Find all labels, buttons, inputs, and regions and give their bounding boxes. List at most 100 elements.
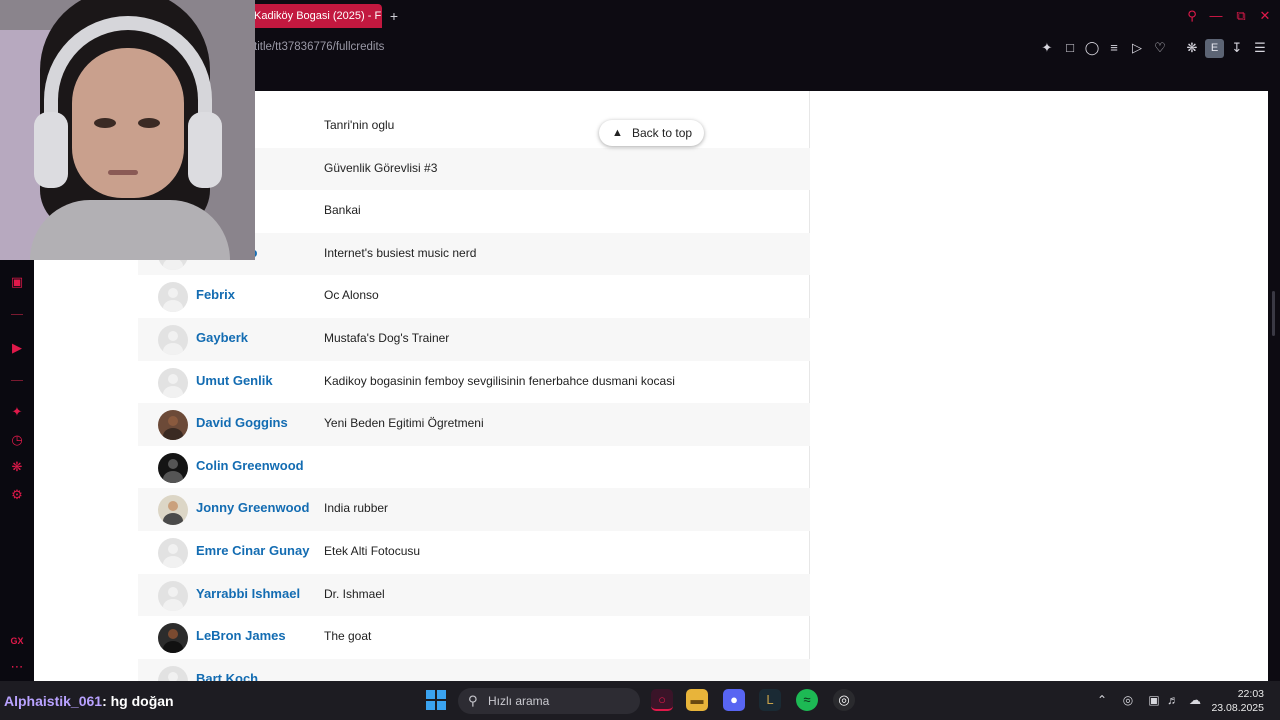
- spotify-icon[interactable]: ≈: [796, 689, 818, 711]
- clock-time: 22:03: [1237, 688, 1264, 700]
- cast-role: Mustafa's Dog's Trainer: [324, 331, 450, 345]
- cast-name-link[interactable]: David Goggins: [196, 415, 288, 430]
- chevron-up-icon: ▲: [612, 127, 623, 139]
- network-icon[interactable]: ▣: [1145, 691, 1163, 709]
- cast-role: The goat: [324, 629, 372, 644]
- cast-role: Kadikoy bogasinin femboy sevgilisinin fe…: [324, 373, 675, 388]
- tray-chevron-up-icon[interactable]: ⌃: [1093, 691, 1111, 709]
- cast-role: Tanri'nin oglu: [324, 118, 395, 132]
- cast-role: Internet's busiest music nerd: [324, 245, 477, 260]
- gx-label[interactable]: GX: [8, 632, 26, 650]
- tab-active[interactable]: Kadiköy Bogasi (2025) - F: [244, 4, 382, 28]
- cast-role: Etek Alti Fotocusu: [324, 544, 421, 558]
- avatar[interactable]: [158, 452, 188, 483]
- search-tabs-icon[interactable]: ⚲: [1182, 6, 1202, 26]
- chat-message: Alphaistik_061: hg doğan: [0, 693, 178, 717]
- cast-name-link[interactable]: LeBron James: [196, 628, 286, 643]
- avatar[interactable]: [158, 282, 188, 313]
- obs-icon[interactable]: ◎: [833, 689, 855, 711]
- cast-row: David Goggins Yeni Beden Egitimi Ögretmen…: [138, 403, 810, 446]
- more-icon[interactable]: ⋯: [8, 658, 26, 676]
- discord-icon[interactable]: ●: [723, 689, 745, 711]
- cast-row: Umut Genlik Kadikoy bogasinin femboy sevg…: [138, 361, 810, 404]
- back-to-top-button[interactable]: ▲ Back to top: [599, 120, 704, 146]
- opera-gx-icon[interactable]: ○: [651, 689, 673, 711]
- windows-start-icon[interactable]: [426, 690, 446, 710]
- player-icon[interactable]: ▶: [8, 339, 26, 357]
- page-scrollbar[interactable]: [1268, 91, 1280, 681]
- sidebar-divider: [11, 380, 23, 381]
- translate-icon[interactable]: ≡: [1105, 39, 1123, 57]
- heart-icon[interactable]: ♡: [1151, 39, 1169, 57]
- tab-title: Kadiköy Bogasi (2025) - F: [254, 10, 382, 22]
- settings-icon[interactable]: ⚙: [8, 486, 26, 504]
- close-icon[interactable]: ✕: [1255, 6, 1275, 26]
- cast-row: Febrix Oc Alonso: [138, 275, 810, 318]
- cast-row: Gayberk Mustafa's Dog's Trainer: [138, 318, 810, 361]
- twitch-icon[interactable]: ▣: [8, 273, 26, 291]
- search-placeholder: Hızlı arama: [488, 694, 550, 708]
- cast-name-link[interactable]: Jonny Greenwood: [196, 500, 309, 515]
- shield-icon[interactable]: ◯: [1083, 39, 1101, 57]
- extensions-sidebar-icon[interactable]: ❋: [8, 458, 26, 476]
- cam-mouth: [108, 170, 138, 175]
- profile-avatar[interactable]: E: [1205, 39, 1224, 58]
- cast-name-link[interactable]: Emre Cinar Gunay: [196, 543, 309, 558]
- cast-role: Bankai: [324, 203, 361, 218]
- avatar[interactable]: [158, 410, 188, 441]
- cast-name-link[interactable]: Yarrabbi Ishmael: [196, 586, 300, 601]
- cast-row: Jonny Greenwood India rubber: [138, 488, 810, 531]
- cast-name-link[interactable]: Febrix: [196, 287, 235, 302]
- snapshot-icon[interactable]: □: [1061, 39, 1079, 57]
- avatar[interactable]: [158, 580, 188, 611]
- sidebar-divider: [11, 314, 23, 315]
- cast-row: Yarrabbi Ishmael Dr. Ishmael: [138, 573, 810, 617]
- avatar[interactable]: [158, 665, 188, 681]
- minimize-icon[interactable]: —: [1206, 6, 1226, 26]
- avatar[interactable]: [158, 325, 188, 355]
- menu-icon[interactable]: ☰: [1251, 39, 1269, 57]
- cast-name-link[interactable]: Colin Greenwood: [196, 458, 304, 473]
- cast-name-link[interactable]: Umut Genlik: [196, 373, 273, 388]
- cam-headset-cup-right: [188, 112, 222, 188]
- pin-icon[interactable]: ✦: [1038, 39, 1056, 57]
- volume-icon[interactable]: ♬: [1164, 691, 1182, 709]
- cast-name-link[interactable]: Gayberk: [196, 330, 248, 345]
- url-field[interactable]: title/tt37836776/fullcredits: [254, 41, 384, 53]
- download-icon[interactable]: ↧: [1228, 39, 1246, 57]
- webcam-overlay: [0, 0, 255, 260]
- history-icon[interactable]: ◷: [8, 431, 26, 449]
- avatar[interactable]: [158, 367, 188, 398]
- cast-row: Emre Cinar Gunay Etek Alti Fotocusu: [138, 531, 810, 574]
- chat-text: : hg doğan: [102, 693, 174, 709]
- new-tab-icon[interactable]: +: [386, 8, 402, 24]
- cast-row: Colin Greenwood: [138, 446, 810, 489]
- search-icon: ⚲: [468, 693, 478, 708]
- chat-username: Alphaistik_061: [4, 693, 103, 709]
- restore-icon[interactable]: ⧉: [1231, 6, 1251, 26]
- cast-role: Güvenlik Görevlisi #3: [324, 160, 438, 175]
- cast-name-link[interactable]: Bart Koch: [196, 671, 258, 681]
- taskbar: [0, 681, 1280, 720]
- avatar[interactable]: [158, 495, 188, 526]
- pin-sidebar-icon[interactable]: ✦: [8, 403, 26, 421]
- screen: Kadiköy Bogasi (2025) - F + ⚲ — ⧉ ✕ titl…: [0, 0, 1280, 720]
- microphone-icon[interactable]: ◎: [1119, 691, 1137, 709]
- taskbar-clock[interactable]: 22:03 23.08.2025: [1206, 687, 1264, 715]
- league-client-icon[interactable]: L: [759, 689, 781, 711]
- taskbar-search[interactable]: ⚲ Hızlı arama: [458, 688, 640, 714]
- back-to-top-label: Back to top: [632, 126, 693, 140]
- file-explorer-icon[interactable]: ▬: [686, 689, 708, 711]
- cam-headset-cup-left: [34, 112, 68, 188]
- avatar[interactable]: [158, 623, 188, 654]
- scrollbar-thumb[interactable]: [1272, 291, 1275, 336]
- send-icon[interactable]: ▷: [1128, 39, 1146, 57]
- extensions-icon[interactable]: ❋: [1183, 39, 1201, 57]
- cast-role: India rubber: [324, 501, 389, 516]
- avatar[interactable]: [158, 538, 188, 568]
- cast-row: LeBron James The goat: [138, 616, 810, 659]
- cam-shirt: [30, 200, 230, 260]
- cast-role: Oc Alonso: [324, 288, 379, 303]
- cloud-icon[interactable]: ☁: [1186, 691, 1204, 709]
- cast-role: Yeni Beden Egitimi Ögretmeni: [324, 416, 484, 431]
